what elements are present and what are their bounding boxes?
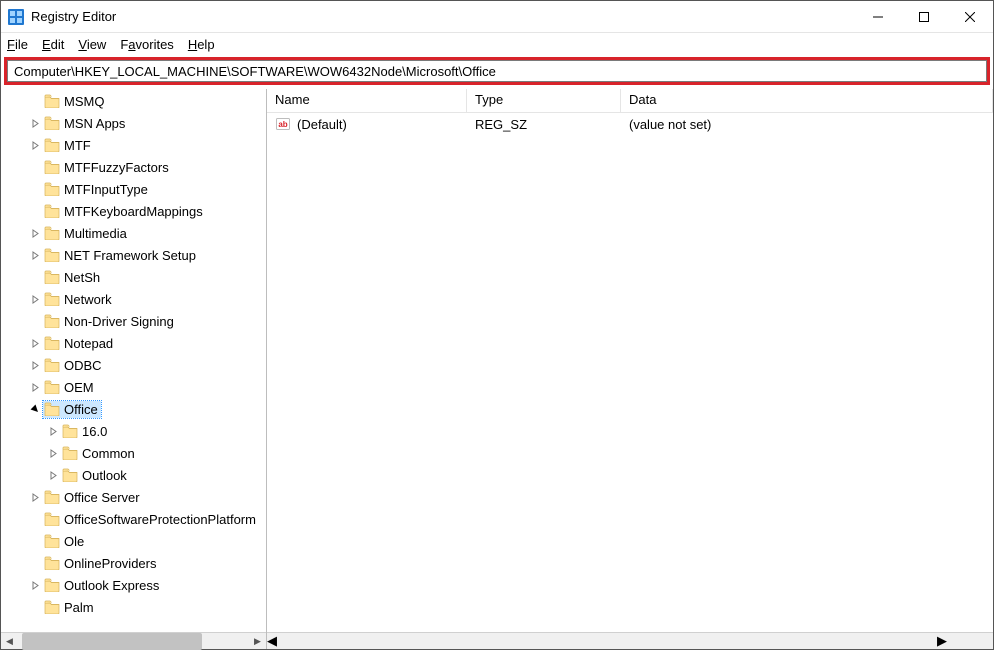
svg-text:ab: ab xyxy=(278,120,287,129)
close-button[interactable] xyxy=(947,1,993,33)
value-data: (value not set) xyxy=(621,117,993,132)
address-bar-highlight xyxy=(4,57,990,85)
tree-item-label: Non-Driver Signing xyxy=(64,314,174,329)
scroll-right-icon[interactable]: ▶ xyxy=(249,633,266,650)
expander-closed-icon[interactable] xyxy=(27,489,43,505)
expander-closed-icon[interactable] xyxy=(27,379,43,395)
tree-item-label: Palm xyxy=(64,600,94,615)
column-name[interactable]: Name xyxy=(267,89,467,112)
expander-closed-icon[interactable] xyxy=(45,423,61,439)
tree-item[interactable]: Multimedia xyxy=(1,222,266,244)
window-title: Registry Editor xyxy=(31,9,116,24)
scroll-left-icon[interactable]: ◀ xyxy=(267,633,277,649)
tree-item[interactable]: 16.0 xyxy=(1,420,266,442)
tree-item-label: MTF xyxy=(64,138,91,153)
regedit-icon xyxy=(7,8,25,26)
tree-item-label: Office xyxy=(64,402,98,417)
maximize-button[interactable] xyxy=(901,1,947,33)
tree-item[interactable]: Common xyxy=(1,442,266,464)
expander-closed-icon[interactable] xyxy=(45,445,61,461)
expander-closed-icon[interactable] xyxy=(27,115,43,131)
tree-item[interactable]: Palm xyxy=(1,596,266,618)
menu-favorites[interactable]: Favorites xyxy=(120,37,173,52)
value-name: (Default) xyxy=(297,117,347,132)
tree-item-label: MTFInputType xyxy=(64,182,148,197)
minimize-button[interactable] xyxy=(855,1,901,33)
tree-item-label: Network xyxy=(64,292,112,307)
tree-item-label: Multimedia xyxy=(64,226,127,241)
menu-edit[interactable]: Edit xyxy=(42,37,64,52)
tree-item-label: MSN Apps xyxy=(64,116,125,131)
tree-item[interactable]: Office xyxy=(1,398,266,420)
menubar: File Edit View Favorites Help xyxy=(1,33,993,55)
scroll-thumb[interactable] xyxy=(22,633,202,650)
tree-item[interactable]: Outlook Express xyxy=(1,574,266,596)
scroll-right-icon[interactable]: ▶ xyxy=(937,633,947,649)
menu-view[interactable]: View xyxy=(78,37,106,52)
menu-file[interactable]: File xyxy=(7,37,28,52)
tree-item[interactable]: Ole xyxy=(1,530,266,552)
scroll-left-icon[interactable]: ◀ xyxy=(1,633,18,650)
address-input[interactable] xyxy=(7,60,987,82)
tree-horizontal-scrollbar[interactable]: ◀ ▶ xyxy=(1,632,266,649)
tree-item-label: MTFKeyboardMappings xyxy=(64,204,203,219)
content-split: MSMQ MSN Apps MTF MTFFuzzyFactors MTFInputTy… xyxy=(1,89,993,649)
tree-item[interactable]: Outlook xyxy=(1,464,266,486)
list-horizontal-scrollbar[interactable]: ◀ ▶ xyxy=(267,632,993,649)
tree-item-label: Office Server xyxy=(64,490,140,505)
expander-closed-icon[interactable] xyxy=(27,577,43,593)
tree-item-label: Outlook Express xyxy=(64,578,159,593)
tree-item-label: Outlook xyxy=(82,468,127,483)
tree-item[interactable]: MTFInputType xyxy=(1,178,266,200)
expander-closed-icon[interactable] xyxy=(27,225,43,241)
tree-item-label: Notepad xyxy=(64,336,113,351)
tree-item-label: OfficeSoftwareProtectionPlatform xyxy=(64,512,256,527)
tree-item-label: NET Framework Setup xyxy=(64,248,196,263)
tree-item[interactable]: OnlineProviders xyxy=(1,552,266,574)
tree-item-label: OEM xyxy=(64,380,94,395)
expander-closed-icon[interactable] xyxy=(27,357,43,373)
expander-closed-icon[interactable] xyxy=(27,137,43,153)
expander-open-icon[interactable] xyxy=(27,401,43,417)
tree-item[interactable]: Network xyxy=(1,288,266,310)
expander-closed-icon[interactable] xyxy=(27,291,43,307)
expander-closed-icon[interactable] xyxy=(27,335,43,351)
expander-closed-icon[interactable] xyxy=(27,247,43,263)
tree-item[interactable]: Non-Driver Signing xyxy=(1,310,266,332)
tree-item[interactable]: MSMQ xyxy=(1,90,266,112)
tree-item[interactable]: NET Framework Setup xyxy=(1,244,266,266)
tree-pane: MSMQ MSN Apps MTF MTFFuzzyFactors MTFInputTy… xyxy=(1,89,267,649)
tree-item[interactable]: MTFKeyboardMappings xyxy=(1,200,266,222)
tree-item[interactable]: MSN Apps xyxy=(1,112,266,134)
tree-item[interactable]: OfficeSoftwareProtectionPlatform xyxy=(1,508,266,530)
tree-item-label: Common xyxy=(82,446,135,461)
column-data[interactable]: Data xyxy=(621,89,993,112)
list-body[interactable]: ab (Default) REG_SZ(value not set) xyxy=(267,113,993,632)
tree-item-label: Ole xyxy=(64,534,84,549)
tree-item[interactable]: Notepad xyxy=(1,332,266,354)
tree-view[interactable]: MSMQ MSN Apps MTF MTFFuzzyFactors MTFInputTy… xyxy=(1,89,266,632)
tree-item-label: NetSh xyxy=(64,270,100,285)
tree-item-label: OnlineProviders xyxy=(64,556,157,571)
list-header: Name Type Data xyxy=(267,89,993,113)
list-pane: Name Type Data ab (Default) REG_SZ(value n… xyxy=(267,89,993,649)
tree-item[interactable]: Office Server xyxy=(1,486,266,508)
tree-item[interactable]: MTF xyxy=(1,134,266,156)
column-type[interactable]: Type xyxy=(467,89,621,112)
tree-item-label: ODBC xyxy=(64,358,102,373)
tree-item-label: 16.0 xyxy=(82,424,107,439)
tree-item-label: MSMQ xyxy=(64,94,104,109)
value-type: REG_SZ xyxy=(467,117,621,132)
list-row[interactable]: ab (Default) REG_SZ(value not set) xyxy=(267,113,993,135)
titlebar: Registry Editor xyxy=(1,1,993,33)
tree-item-label: MTFFuzzyFactors xyxy=(64,160,169,175)
tree-item[interactable]: ODBC xyxy=(1,354,266,376)
tree-item[interactable]: NetSh xyxy=(1,266,266,288)
menu-help[interactable]: Help xyxy=(188,37,215,52)
tree-item[interactable]: MTFFuzzyFactors xyxy=(1,156,266,178)
tree-item[interactable]: OEM xyxy=(1,376,266,398)
expander-closed-icon[interactable] xyxy=(45,467,61,483)
